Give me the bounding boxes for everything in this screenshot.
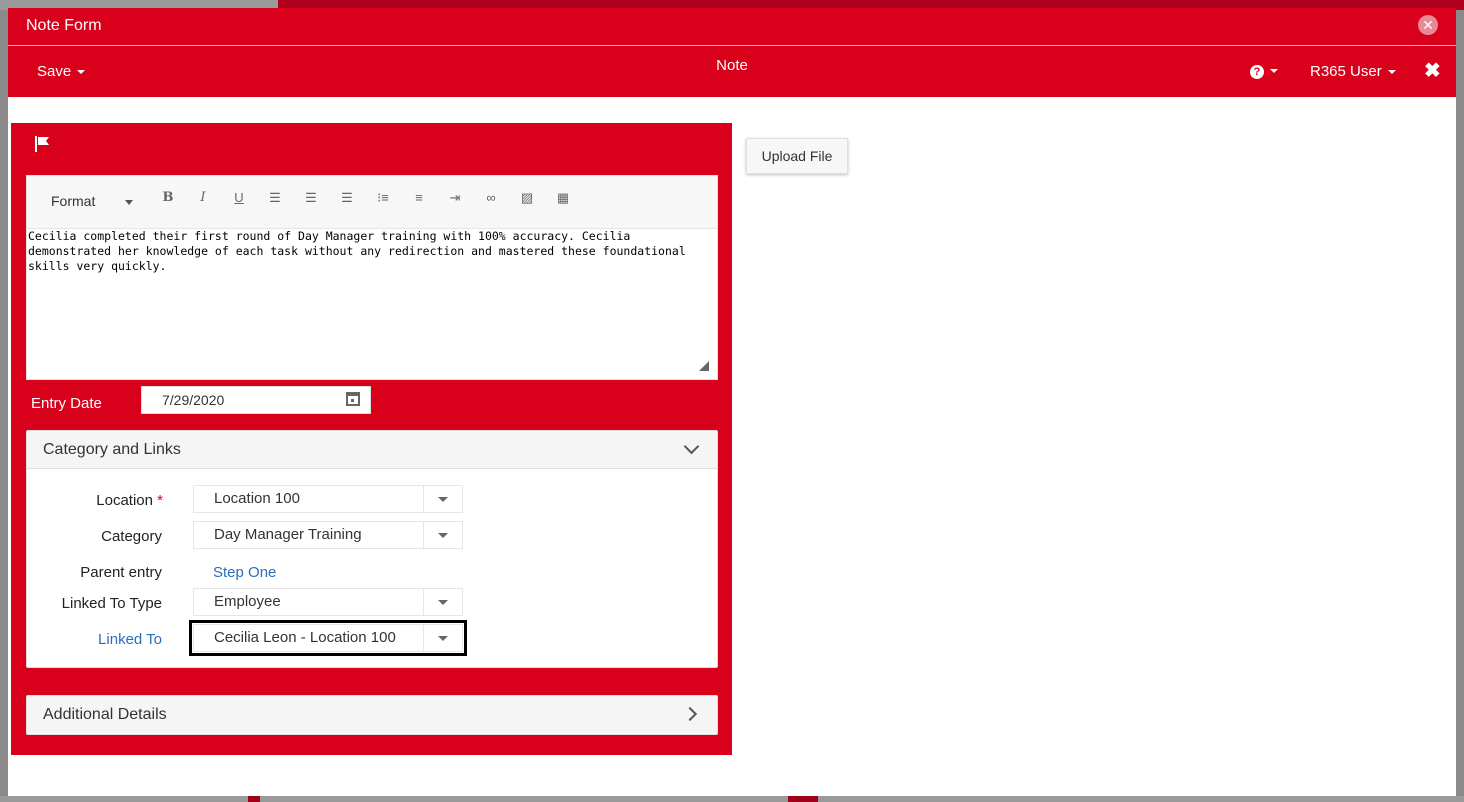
upload-file-button[interactable]: Upload File	[746, 138, 848, 174]
bold-icon[interactable]: B	[158, 188, 178, 208]
linked-to-dropdown[interactable]: Cecilia Leon - Location 100	[189, 620, 467, 656]
user-menu-button[interactable]: R365 User	[1310, 63, 1396, 80]
chevron-down-icon[interactable]	[423, 589, 462, 615]
underline-icon[interactable]: U	[229, 188, 249, 208]
category-value: Day Manager Training	[214, 526, 362, 543]
note-form-panel: Format B I U ☰ ☰ ☰ ⁝≡ ≡ ⇥ ∞ ▨ ▦ Cecilia …	[11, 123, 732, 755]
chevron-down-icon[interactable]	[423, 625, 462, 651]
flag-icon[interactable]	[33, 135, 51, 153]
linked-to-type-dropdown[interactable]: Employee	[193, 588, 463, 616]
background-app-accent	[788, 796, 818, 802]
chevron-right-icon[interactable]	[682, 706, 698, 722]
form-toolbar: Save Note ? R365 User ✖	[8, 46, 1456, 97]
location-dropdown[interactable]: Location 100	[193, 485, 463, 513]
entry-date-label: Entry Date	[31, 395, 102, 412]
additional-details-header[interactable]: Additional Details	[27, 696, 717, 733]
section-title: Category and Links	[43, 441, 181, 458]
modal-title: Note Form	[26, 17, 102, 34]
align-center-icon[interactable]: ☰	[301, 188, 321, 208]
linked-to-type-label: Linked To Type	[61, 595, 162, 612]
modal-titlebar: Note Form ✕	[8, 8, 1456, 46]
category-dropdown[interactable]: Day Manager Training	[193, 521, 463, 549]
entry-date-field[interactable]: 7/29/2020	[141, 386, 371, 414]
question-circle-icon: ?	[1250, 65, 1264, 79]
chevron-down-icon[interactable]	[683, 438, 700, 455]
section-title: Additional Details	[43, 706, 167, 723]
user-label: R365 User	[1310, 63, 1382, 80]
bulleted-list-icon[interactable]: ⁝≡	[373, 188, 393, 208]
location-label-text: Location	[96, 492, 153, 509]
background-app-footer	[0, 796, 1464, 802]
chevron-down-icon[interactable]	[423, 486, 462, 512]
resize-handle-icon[interactable]	[699, 361, 709, 371]
chevron-down-icon[interactable]	[125, 200, 133, 205]
help-menu-button[interactable]: ?	[1250, 62, 1278, 79]
location-value: Location 100	[214, 490, 300, 507]
editor-toolbar: Format B I U ☰ ☰ ☰ ⁝≡ ≡ ⇥ ∞ ▨ ▦	[27, 176, 717, 229]
editor-content[interactable]: Cecilia completed their first round of D…	[28, 229, 708, 274]
form-title: Note	[716, 57, 748, 74]
rich-text-editor: Format B I U ☰ ☰ ☰ ⁝≡ ≡ ⇥ ∞ ▨ ▦ Cecilia …	[26, 175, 718, 380]
table-icon[interactable]: ▦	[553, 188, 573, 208]
category-label: Category	[101, 528, 162, 545]
linked-to-value: Cecilia Leon - Location 100	[214, 629, 396, 646]
chevron-down-icon[interactable]	[423, 522, 462, 548]
entry-date-value: 7/29/2020	[162, 392, 225, 408]
parent-entry-label: Parent entry	[80, 564, 162, 581]
category-links-section: Category and Links Location * Location 1…	[26, 430, 718, 668]
align-right-icon[interactable]: ☰	[337, 188, 357, 208]
align-left-icon[interactable]: ☰	[265, 188, 285, 208]
indent-icon[interactable]: ⇥	[445, 188, 465, 208]
note-form-modal: Note Form ✕ Save Note ? R365 User ✖ Form…	[8, 8, 1456, 796]
italic-icon[interactable]: I	[193, 188, 213, 208]
link-icon[interactable]: ∞	[481, 188, 501, 208]
location-label: Location *	[3, 492, 163, 509]
chevron-down-icon	[1270, 69, 1278, 74]
format-dropdown[interactable]: Format	[51, 193, 95, 209]
numbered-list-icon[interactable]: ≡	[409, 188, 429, 208]
linked-to-type-value: Employee	[214, 593, 281, 610]
parent-entry-link[interactable]: Step One	[213, 564, 276, 581]
linked-to-label[interactable]: Linked To	[2, 631, 162, 648]
required-marker: *	[157, 492, 163, 509]
background-app-accent	[248, 796, 260, 802]
close-icon[interactable]: ✖	[1424, 58, 1441, 83]
chevron-down-icon	[1387, 70, 1396, 75]
image-icon[interactable]: ▨	[517, 188, 537, 208]
additional-details-section: Additional Details	[26, 695, 718, 735]
category-links-header[interactable]: Category and Links	[27, 431, 717, 469]
close-circle-icon[interactable]: ✕	[1418, 15, 1438, 35]
calendar-icon[interactable]	[346, 392, 360, 406]
